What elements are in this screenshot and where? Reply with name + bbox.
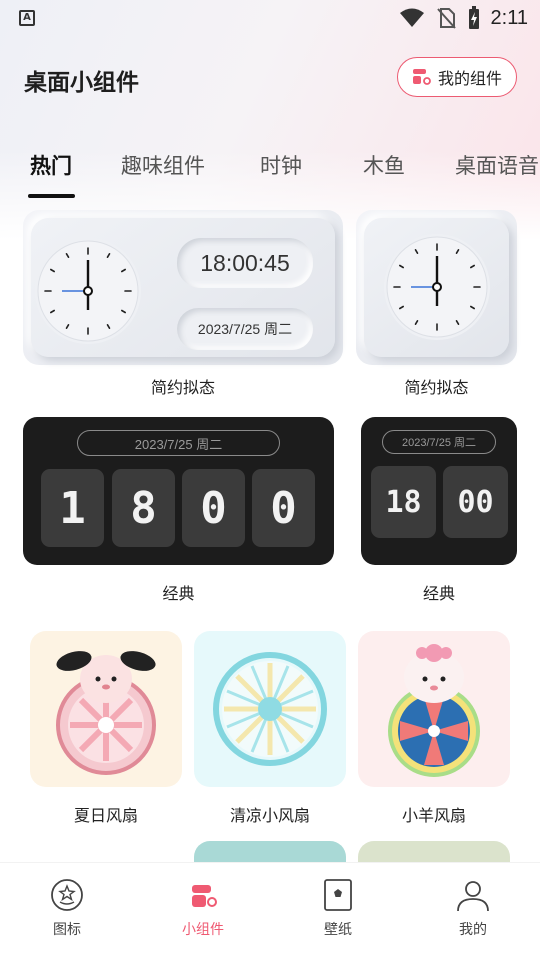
nav-icons[interactable]: 图标 [22,877,112,939]
my-widgets-button[interactable]: 我的组件 [397,57,517,97]
blue-fan-icon [213,652,327,766]
widget-neumorphic-large[interactable]: 18:00:45 2023/7/25 周二 [23,210,343,365]
my-widgets-label: 我的组件 [437,69,502,88]
flip-digit: 18 [371,466,436,538]
widgets-icon [412,69,431,85]
tab-fun-widgets[interactable]: 趣味组件 [121,150,205,180]
nav-label: 我的 [459,922,487,938]
tab-hot[interactable]: 热门 [30,150,72,180]
nav-profile[interactable]: 我的 [428,877,518,939]
nav-label: 壁纸 [324,922,352,938]
nav-label: 小组件 [182,922,224,938]
bottom-navigation: 图标 小组件 壁纸 我的 [0,862,540,960]
date-display: 2023/7/25 周二 [177,308,313,350]
widget-classic-small[interactable]: 2023/7/25 周二 18 00 [361,417,517,565]
widget-card-partial[interactable] [194,841,346,862]
digital-time: 18:00:45 [177,238,313,288]
date-display: 2023/7/25 周二 [382,430,496,454]
widget-neumorphic-small[interactable] [356,210,517,365]
page-title: 桌面小组件 [24,70,139,96]
date-display: 2023/7/25 周二 [77,430,280,456]
battery-charging-icon [468,6,479,29]
flip-digit: 0 [182,469,245,547]
tab-wooden-fish[interactable]: 木鱼 [363,150,405,180]
status-bar: A 2:11 [0,0,540,36]
pink-fan-icon [56,651,156,775]
analog-clock-icon [384,234,490,340]
analog-clock-icon [35,238,141,344]
widget-sheep-fan[interactable] [358,631,510,787]
widget-label: 小羊风扇 [401,806,466,825]
flip-digit: 00 [443,466,508,538]
app-notification-icon: A [19,10,35,26]
flip-digit: 1 [41,469,104,547]
star-face-icon [51,879,83,911]
nav-wallpaper[interactable]: 壁纸 [293,877,383,939]
widget-label: 清凉小风扇 [229,806,310,825]
widget-cool-fan[interactable] [194,631,346,787]
no-sim-icon [436,8,456,29]
widget-label: 夏日风扇 [73,806,138,825]
widgets-icon [192,885,217,907]
widget-label: 简约拟态 [404,378,469,397]
wifi-icon [399,8,424,27]
active-tab-indicator [28,194,75,198]
nav-widgets[interactable]: 小组件 [158,877,248,939]
widget-summer-fan[interactable] [30,631,182,787]
widget-gallery: 18:00:45 2023/7/25 周二 简约拟态 简约拟态 2023/7/2… [0,205,540,862]
widget-label: 经典 [162,584,195,603]
person-icon [457,881,489,912]
widget-label: 经典 [422,584,455,603]
tab-desktop-voice[interactable]: 桌面语音 [455,150,539,180]
widget-card-partial[interactable] [358,841,510,862]
widget-label: 简约拟态 [150,378,215,397]
nav-label: 图标 [53,922,81,938]
tab-clock[interactable]: 时钟 [260,150,302,180]
flip-digit: 8 [112,469,175,547]
header-background [0,0,540,240]
widget-classic-large[interactable]: 2023/7/25 周二 1 8 0 0 [23,417,334,565]
status-time: 2:11 [490,6,528,29]
sheep-fan-icon [388,644,480,777]
flip-digit: 0 [252,469,315,547]
wallpaper-icon [324,879,352,911]
app-header: 桌面小组件 我的组件 [0,56,540,100]
category-tabs: 热门 趣味组件 时钟 木鱼 桌面语音 [0,140,540,200]
